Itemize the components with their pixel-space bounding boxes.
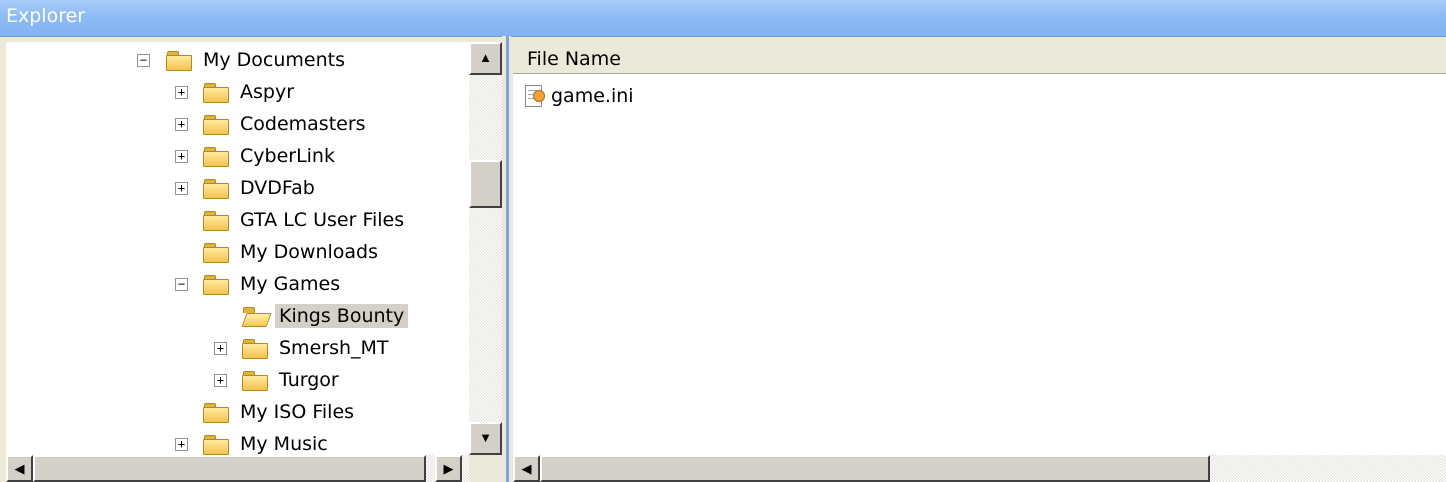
folder-icon (203, 402, 229, 423)
tree-item-label: Turgor (279, 369, 339, 391)
expand-icon[interactable]: + (214, 374, 227, 387)
tree-item-my-documents[interactable]: − My Documents (6, 45, 466, 75)
column-header-label: File Name (527, 48, 621, 70)
folder-icon (166, 50, 192, 71)
folder-icon (203, 242, 229, 263)
expand-icon[interactable]: + (175, 118, 188, 131)
splitter-accent (506, 36, 509, 482)
ini-settings-file-icon (523, 84, 545, 108)
folder-icon (203, 274, 229, 295)
pane-splitter[interactable] (502, 36, 511, 482)
window-title: Explorer (6, 5, 86, 27)
scroll-left-button[interactable]: ◀ (6, 455, 33, 482)
scroll-left-button[interactable]: ◀ (513, 455, 540, 482)
folder-icon (203, 178, 229, 199)
expand-icon[interactable]: + (214, 342, 227, 355)
tree-item-label: My Games (240, 273, 341, 295)
tree-item-my-games[interactable]: − My Games (6, 269, 466, 299)
tree-item-dvdfab[interactable]: + DVDFab (6, 173, 466, 203)
column-header-file-name[interactable]: File Name (513, 42, 1446, 74)
tree-item-my-downloads[interactable]: My Downloads (6, 237, 466, 267)
tree-item-codemasters[interactable]: + Codemasters (6, 109, 466, 139)
tree-item-label: My ISO Files (240, 401, 355, 423)
tree-item-smersh-mt[interactable]: + Smersh_MT (6, 333, 466, 363)
list-horizontal-scrollbar[interactable]: ◀ (513, 455, 1446, 482)
scrollbar-corner (469, 455, 502, 482)
open-folder-icon (241, 306, 272, 327)
tree-item-label: My Documents (203, 49, 346, 71)
title-bar: Explorer (0, 0, 1446, 37)
tree-item-cyberlink[interactable]: + CyberLink (6, 141, 466, 171)
tree-item-turgor[interactable]: + Turgor (6, 365, 466, 395)
folder-icon (203, 434, 229, 455)
folder-icon (203, 82, 229, 103)
folder-icon (242, 338, 268, 359)
collapse-icon[interactable]: − (137, 54, 150, 67)
expand-icon[interactable]: + (175, 182, 188, 195)
folder-icon (203, 210, 229, 231)
tree-item-label: Smersh_MT (279, 337, 389, 359)
tree-item-my-iso-files[interactable]: My ISO Files (6, 397, 466, 427)
tree-item-my-music[interactable]: + My Music (6, 429, 466, 455)
folder-icon (203, 114, 229, 135)
tree-horizontal-scrollbar[interactable]: ◀ ▶ (6, 455, 469, 482)
tree-item-label: Codemasters (240, 113, 366, 135)
folder-icon (203, 146, 229, 167)
tree-item-label: CyberLink (240, 145, 335, 167)
tree-item-aspyr[interactable]: + Aspyr (6, 77, 466, 107)
tree-vertical-scrollbar[interactable]: ▲ ▼ (469, 42, 502, 455)
expand-icon[interactable]: + (175, 86, 188, 99)
scroll-thumb[interactable] (33, 455, 426, 482)
tree-item-label: My Downloads (240, 241, 379, 263)
scroll-thumb[interactable] (540, 455, 1210, 482)
tree-item-gta-lc-user-files[interactable]: GTA LC User Files (6, 205, 466, 235)
tree-item-label: DVDFab (240, 177, 315, 199)
tree-item-kings-bounty[interactable]: Kings Bounty (6, 301, 466, 331)
scroll-thumb[interactable] (469, 160, 502, 208)
file-name: game.ini (551, 85, 634, 107)
collapse-icon[interactable]: − (175, 278, 188, 291)
scroll-up-button[interactable]: ▲ (469, 42, 502, 75)
tree-item-label: Kings Bounty (275, 304, 409, 328)
expand-icon[interactable]: + (175, 438, 188, 451)
scroll-down-button[interactable]: ▼ (469, 422, 502, 455)
tree-item-label: Aspyr (240, 81, 295, 103)
folder-icon (242, 370, 268, 391)
scroll-right-button[interactable]: ▶ (435, 455, 462, 482)
tree-item-label: My Music (240, 433, 328, 455)
folder-tree: − My Documents + Aspyr + Codemasters + C… (6, 42, 469, 455)
file-list-pane: File Name game.ini ◀ (513, 42, 1446, 482)
expand-icon[interactable]: + (175, 150, 188, 163)
folder-tree-pane: − My Documents + Aspyr + Codemasters + C… (6, 42, 502, 482)
tree-item-label: GTA LC User Files (240, 209, 405, 231)
file-item-game-ini[interactable]: game.ini (523, 83, 634, 109)
